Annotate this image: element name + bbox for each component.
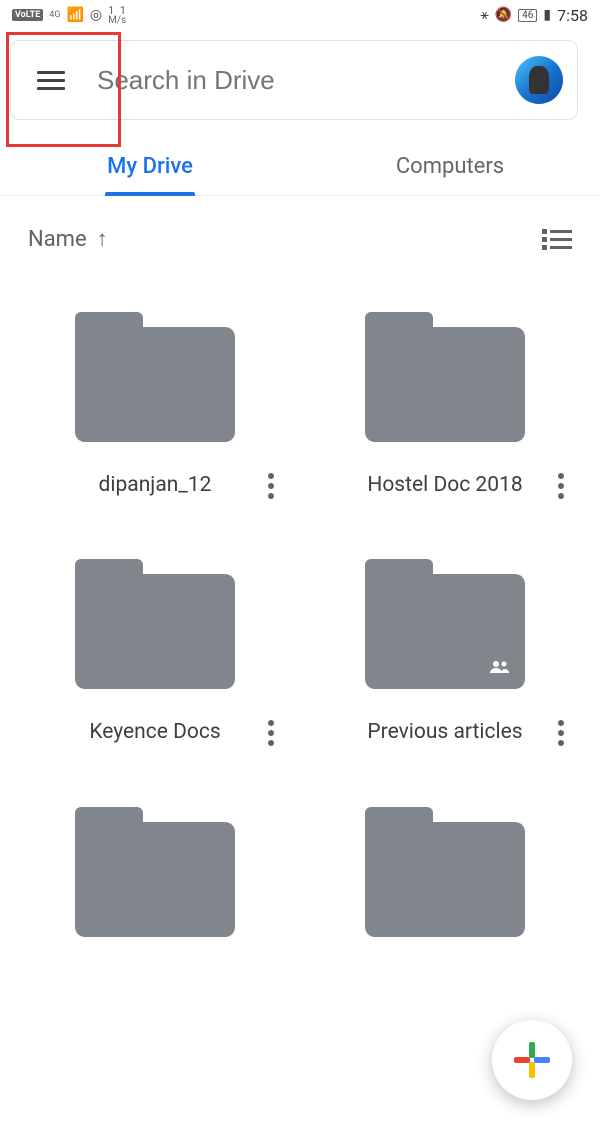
folder-item[interactable]: Keyence Docs — [10, 539, 300, 786]
clock: 7:58 — [557, 6, 588, 25]
sort-direction-icon: ↑ — [97, 226, 108, 252]
more-options-icon[interactable] — [554, 716, 568, 750]
folder-name: dipanjan_12 — [30, 472, 280, 499]
tab-my-drive[interactable]: My Drive — [0, 136, 300, 195]
folder-item[interactable]: Previous articles — [300, 539, 590, 786]
tab-computers[interactable]: Computers — [300, 136, 600, 195]
folder-item[interactable]: Hostel Doc 2018 — [300, 292, 590, 539]
plus-icon — [514, 1042, 550, 1078]
status-right: ⚹ 🔕 46 ▮ 7:58 — [480, 6, 588, 25]
more-options-icon[interactable] — [264, 716, 278, 750]
add-new-button[interactable] — [492, 1020, 572, 1100]
view-toggle-list-icon[interactable] — [542, 229, 572, 250]
signal-icon: 📶 — [66, 7, 83, 23]
status-left: VoLTE 4G 📶 ◎ 1 1 M/s — [12, 5, 126, 26]
folder-icon — [365, 312, 525, 442]
folder-icon — [365, 559, 525, 689]
folder-item[interactable] — [300, 787, 590, 1007]
search-input[interactable] — [97, 65, 515, 96]
folder-name: Hostel Doc 2018 — [320, 472, 570, 499]
dnd-icon: 🔕 — [495, 7, 512, 23]
more-options-icon[interactable] — [264, 469, 278, 503]
hotspot-icon: ◎ — [90, 7, 102, 23]
folder-icon — [365, 807, 525, 937]
battery-level: 46 — [518, 9, 537, 22]
volte-badge: VoLTE — [12, 9, 43, 21]
folder-item[interactable]: dipanjan_12 — [10, 292, 300, 539]
folder-icon — [75, 807, 235, 937]
bluetooth-icon: ⚹ — [480, 7, 488, 23]
folder-item[interactable] — [10, 787, 300, 1007]
battery-icon: ▮ — [543, 7, 551, 23]
sort-button[interactable]: Name ↑ — [28, 226, 108, 252]
sort-label-text: Name — [28, 227, 87, 252]
hamburger-menu-icon[interactable] — [37, 60, 77, 100]
search-bar[interactable] — [10, 40, 578, 120]
avatar[interactable] — [515, 56, 563, 104]
tabs: My Drive Computers — [0, 136, 600, 196]
folder-name: Keyence Docs — [30, 719, 280, 746]
folder-name: Previous articles — [320, 719, 570, 746]
signal-gen: 4G — [49, 10, 60, 20]
shared-icon — [489, 658, 511, 679]
folder-grid: dipanjan_12 Hostel Doc 2018 Keyence Docs — [0, 262, 600, 1007]
network-speed: 1 1 M/s — [108, 5, 126, 26]
more-options-icon[interactable] — [554, 469, 568, 503]
folder-icon — [75, 312, 235, 442]
folder-icon — [75, 559, 235, 689]
status-bar: VoLTE 4G 📶 ◎ 1 1 M/s ⚹ 🔕 46 ▮ 7:58 — [0, 0, 600, 30]
